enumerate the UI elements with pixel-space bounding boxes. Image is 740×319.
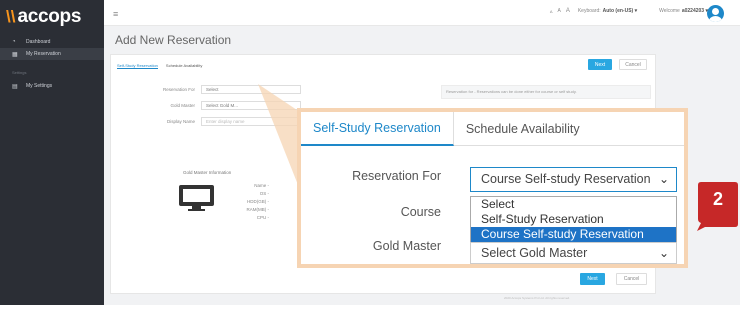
option-course-self-study-reservation[interactable]: Course Self-study Reservation bbox=[471, 227, 676, 242]
callout-wedge bbox=[258, 84, 300, 190]
option-self-study-reservation[interactable]: Self-Study Reservation bbox=[471, 212, 676, 227]
zoom-tab-bar: Self-Study Reservation Schedule Availabi… bbox=[301, 112, 684, 146]
zoom-tab-self-study-reservation[interactable]: Self-Study Reservation bbox=[301, 112, 454, 146]
option-select[interactable]: Select bbox=[471, 197, 676, 212]
zoom-course-label: Course bbox=[400, 205, 441, 219]
zoom-gold-master-select[interactable]: Select Gold Master ⌄ bbox=[470, 242, 677, 264]
chevron-down-icon: ⌄ bbox=[658, 172, 669, 186]
reservation-for-dropdown-list: Select Self-Study Reservation Course Sel… bbox=[470, 196, 677, 243]
zoom-reservation-for-value: Course Self-study Reservation bbox=[481, 172, 651, 186]
zoom-callout-panel: Self-Study Reservation Schedule Availabi… bbox=[297, 108, 688, 268]
zoom-gold-master-value: Select Gold Master bbox=[481, 246, 588, 260]
zoom-tab-schedule-availability[interactable]: Schedule Availability bbox=[454, 112, 592, 146]
zoom-reservation-for-label: Reservation For bbox=[352, 169, 441, 183]
chevron-down-icon: ⌄ bbox=[658, 246, 669, 260]
zoom-reservation-for-select[interactable]: Course Self-study Reservation ⌄ bbox=[470, 167, 677, 192]
step-badge: 2 bbox=[712, 189, 723, 209]
zoom-gold-master-label: Gold Master bbox=[372, 239, 441, 253]
